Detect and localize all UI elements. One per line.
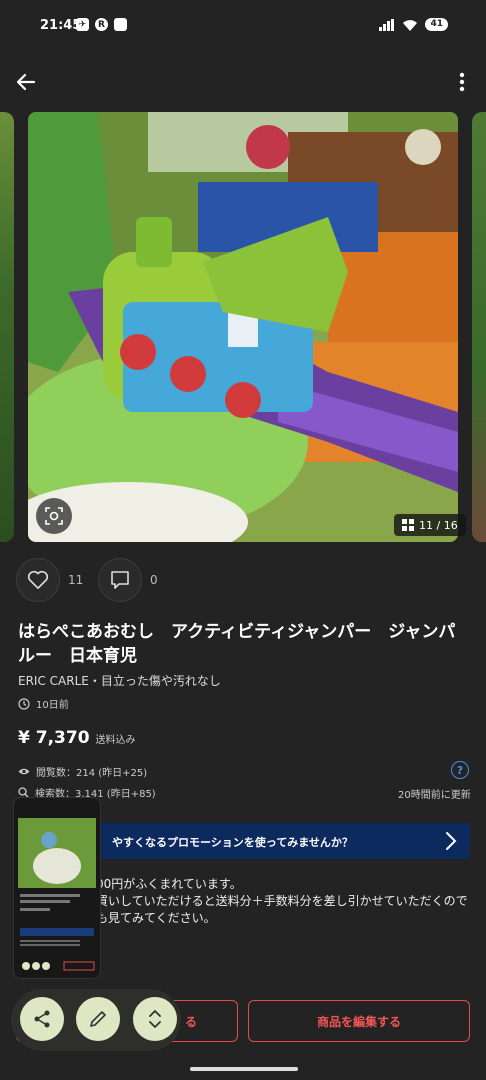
back-arrow-icon[interactable] xyxy=(14,70,38,94)
notification-icons: ✈ R xyxy=(76,18,127,31)
messenger-icon: ✈ xyxy=(76,18,89,31)
image-search-button[interactable] xyxy=(36,498,72,534)
battery-level: 41 xyxy=(425,18,448,31)
like-button[interactable] xyxy=(16,558,60,602)
posted-time-text: 10日前 xyxy=(36,700,69,711)
description-line: 買いしていただけると送料分＋手数料分を差し引かせていただくので xyxy=(96,894,468,908)
item-title: はらぺこあおむし アクティビティジャンパー ジャンパルー 日本育児 xyxy=(18,622,456,666)
edit-item-label: 商品を編集する xyxy=(316,1014,401,1029)
app-r-icon: R xyxy=(95,18,108,31)
share-button[interactable] xyxy=(20,997,64,1041)
next-image-peek[interactable] xyxy=(472,112,486,542)
pencil-icon xyxy=(90,1011,106,1027)
chevron-right-icon xyxy=(446,832,457,850)
posted-time: 10日前 xyxy=(18,696,69,711)
price-value: ¥ 7,370 xyxy=(18,728,90,748)
promotion-text: やすくなるプロモーションを使ってみませんか？ xyxy=(112,836,353,849)
heart-icon xyxy=(27,570,49,589)
previous-image-peek[interactable] xyxy=(0,112,14,542)
home-indicator[interactable] xyxy=(190,1067,298,1071)
more-options-icon[interactable] xyxy=(452,70,472,94)
system-icons: 41 xyxy=(379,18,448,31)
secondary-action-label: る xyxy=(184,1014,197,1029)
edit-screenshot-button[interactable] xyxy=(76,997,120,1041)
signal-icon xyxy=(379,18,395,31)
square-icon xyxy=(114,18,127,31)
clock-icon xyxy=(18,697,30,710)
description-line: 00円がふくまれています。 xyxy=(96,877,242,891)
item-brand-condition: ERIC CARLE・目立った傷や汚れなし xyxy=(18,674,221,688)
screenshot-preview-thumbnail[interactable] xyxy=(13,797,101,979)
wifi-icon xyxy=(403,19,418,31)
status-bar: 21:45 ✈ R 41 xyxy=(0,0,486,54)
lens-scan-icon xyxy=(45,507,63,525)
updated-time: 20時間前に更新 xyxy=(398,790,471,801)
image-counter-text: 11 / 16 xyxy=(419,518,458,532)
help-button[interactable]: ? xyxy=(451,761,469,779)
shipping-note: 送料込み xyxy=(95,735,136,746)
eye-icon xyxy=(18,768,30,775)
description-line: も見てみてください。 xyxy=(96,911,216,925)
view-stats: 閲覧数：214 (昨日+25) xyxy=(18,764,147,779)
comment-icon xyxy=(111,571,129,589)
grid-icon xyxy=(402,519,414,531)
edit-item-button[interactable]: 商品を編集する xyxy=(248,1000,470,1042)
product-photo[interactable] xyxy=(28,112,458,542)
image-counter[interactable]: 11 / 16 xyxy=(394,514,466,536)
price: ¥ 7,370 送料込み xyxy=(18,728,136,748)
view-count: 閲覧数：214 (昨日+25) xyxy=(36,768,148,779)
comment-button[interactable] xyxy=(98,558,142,602)
like-count: 11 xyxy=(68,573,84,587)
description-text: 00円がふくまれています。 買いしていただけると送料分＋手数料分を差し引かせてい… xyxy=(96,876,470,927)
expand-capture-button[interactable] xyxy=(133,997,177,1041)
share-icon xyxy=(34,1010,50,1028)
expand-icon xyxy=(149,1010,161,1028)
comment-count: 0 xyxy=(150,573,158,587)
